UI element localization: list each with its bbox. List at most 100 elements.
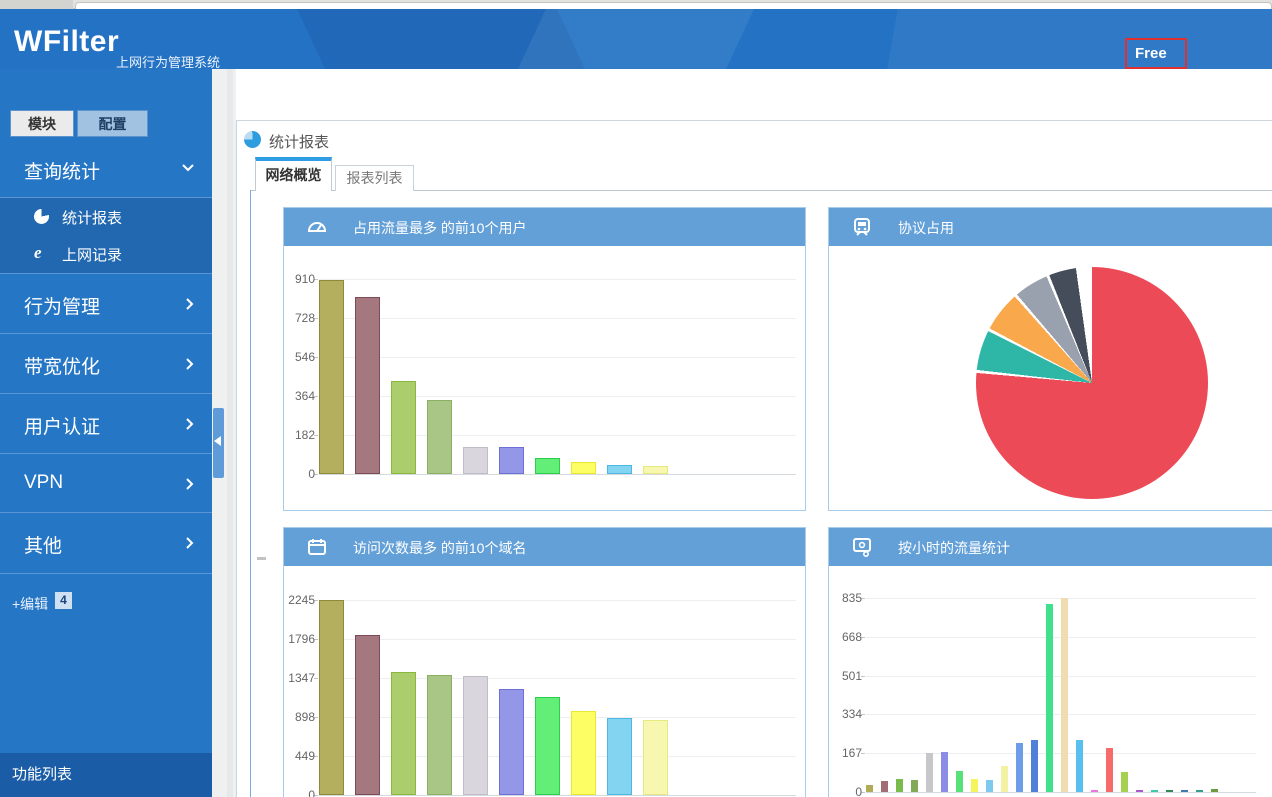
app-logo: WFilter [14, 25, 119, 59]
gridline [319, 795, 796, 796]
chevron-right-icon [186, 298, 194, 310]
bar [463, 676, 488, 795]
sidebar-group-auth[interactable]: 用户认证 [0, 393, 212, 453]
panel-collapse-dash[interactable] [257, 557, 266, 560]
header-banner: WFilter 上网行为管理系统 Free [0, 9, 1272, 69]
sidebar-group-bandwidth[interactable]: 带宽优化 [0, 333, 212, 393]
bar [391, 672, 416, 795]
tab-network-overview[interactable]: 网络概览 [255, 157, 332, 191]
bar [1181, 790, 1188, 792]
sidebar-item-web-records[interactable]: e 上网记录 [0, 235, 212, 272]
tick-label: 728 [281, 311, 315, 325]
bar [643, 466, 668, 474]
tick-label: 0 [828, 785, 862, 797]
sidebar-submenu: 统计报表 e 上网记录 [0, 198, 212, 273]
calendar-icon [306, 536, 328, 558]
gridline [866, 792, 1256, 793]
chevron-right-icon [186, 478, 194, 490]
bar [499, 689, 524, 795]
sidebar-group-other[interactable]: 其他 [0, 512, 212, 573]
chevron-right-icon [186, 537, 194, 549]
tick-label: 0 [281, 467, 315, 481]
app-subtitle: 上网行为管理系统 [116, 52, 220, 69]
bar [319, 600, 344, 795]
chevron-right-icon [186, 358, 194, 370]
sidebar-edit-row: +编辑 4 [0, 573, 212, 629]
edit-count-badge: 4 [55, 592, 72, 609]
bar [1001, 766, 1008, 792]
sidebar-tab-config[interactable]: 配置 [77, 110, 148, 137]
panel-top-domains: 访问次数最多 的前10个域名 0449898134717962245 [283, 527, 806, 797]
bar [499, 447, 524, 474]
tick-label: 898 [281, 710, 315, 724]
bar [1016, 743, 1023, 792]
bar [941, 752, 948, 792]
panel-header: 协议占用 [829, 208, 1272, 246]
bar [643, 720, 668, 795]
bar [571, 711, 596, 795]
sidebar-group-label: 查询统计 [24, 157, 100, 184]
chevron-right-icon [186, 418, 194, 430]
bar [1061, 598, 1068, 792]
sidebar-group-behavior[interactable]: 行为管理 [0, 273, 212, 333]
chevron-down-icon [182, 164, 194, 172]
sidebar: 模块 配置 查询统计 统计报表 e 上网记录 行为管理 带宽优化 [0, 69, 212, 797]
bar [1166, 790, 1173, 792]
gridline [319, 474, 796, 475]
bar [956, 771, 963, 792]
bar [1106, 748, 1113, 792]
bar [926, 753, 933, 792]
tick-label: 334 [828, 707, 862, 721]
bar [391, 381, 416, 474]
bar [607, 718, 632, 795]
panel-hourly-traffic: 按小时的流量统计 0167334501668835 [828, 527, 1272, 797]
sidebar-group-label: 行为管理 [24, 292, 100, 319]
panel-header: 访问次数最多 的前10个域名 [284, 528, 805, 566]
bar [1091, 790, 1098, 792]
bar [535, 697, 560, 795]
content-left-border [236, 120, 237, 797]
report-pie-icon [244, 131, 261, 148]
robot-icon [851, 216, 873, 238]
bar [986, 780, 993, 792]
browser-tab-stub[interactable] [0, 0, 73, 9]
edit-link[interactable]: +编辑 [12, 594, 48, 614]
bar [427, 675, 452, 795]
bar [607, 465, 632, 474]
sidebar-group-query-stats[interactable]: 查询统计 [0, 140, 212, 198]
sidebar-collapse-handle[interactable] [213, 408, 224, 478]
bar [1121, 772, 1128, 792]
ie-browser-icon: e [34, 243, 52, 261]
bar [1136, 790, 1143, 792]
tick-label: 449 [281, 749, 315, 763]
bar [1076, 740, 1083, 792]
page-title: 统计报表 [269, 131, 329, 152]
tick-label: 2245 [281, 593, 315, 607]
bar [1196, 790, 1203, 792]
panel-title: 访问次数最多 的前10个域名 [353, 538, 526, 558]
sidebar-group-label: 用户认证 [24, 412, 100, 439]
sidebar-footer[interactable]: 功能列表 [0, 753, 212, 797]
content-top-border [236, 120, 1272, 121]
gridline [319, 600, 796, 601]
sidebar-item-label: 统计报表 [62, 207, 122, 228]
gridline [319, 357, 796, 358]
gridline [319, 279, 796, 280]
wfilter-dashboard: WFilter 上网行为管理系统 Free 模块 配置 查询统计 统计报表 e … [0, 0, 1272, 797]
sidebar-group-vpn[interactable]: VPN [0, 453, 212, 513]
panel-title: 协议占用 [898, 218, 954, 238]
tick-label: 546 [281, 350, 315, 364]
pie-chart-icon [34, 209, 49, 224]
tick-label: 0 [281, 788, 315, 797]
sidebar-item-report[interactable]: 统计报表 [0, 198, 212, 235]
pie-chart-protocols [976, 267, 1208, 499]
license-badge[interactable]: Free [1135, 45, 1167, 62]
bar [881, 781, 888, 792]
bar [1211, 789, 1218, 792]
tab-report-list[interactable]: 报表列表 [335, 165, 414, 191]
scrollbar-track[interactable] [227, 69, 233, 797]
tick-label: 668 [828, 630, 862, 644]
bar [571, 462, 596, 474]
tick-label: 501 [828, 669, 862, 683]
sidebar-tab-modules[interactable]: 模块 [10, 110, 74, 137]
